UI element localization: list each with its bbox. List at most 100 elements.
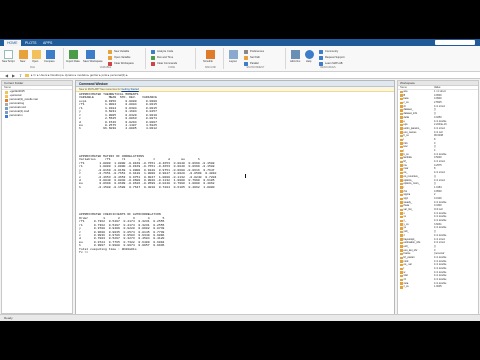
search-documentation-input[interactable] [435,40,475,45]
learn-matlab-icon [319,61,323,66]
run-and-time-label: Run and Time [157,56,174,59]
open-variable-button[interactable]: Open Variable [108,55,130,60]
clear-workspace-icon [108,61,112,66]
parallel-icon [244,61,248,66]
request-support-label: Request Support [325,56,345,59]
clear-commands-label: Clear Commands [157,62,178,65]
community-button[interactable]: Community [319,49,338,54]
analyze-code-button[interactable]: Analyze Code [151,49,173,54]
open-variable-icon [108,55,112,60]
compare-icon[interactable] [46,50,55,59]
save-workspace-label: Save Workspace [83,60,103,63]
preferences-button[interactable]: Preferences [244,49,264,54]
add-ons-label: Add-Ons [290,60,301,63]
community-icon [319,49,323,54]
new-variable-icon [108,49,112,54]
run-and-time-icon [151,55,155,60]
workspace-value-header[interactable]: Value [434,86,478,89]
simulink-label: Simulink [203,60,213,63]
browse-folder-icon[interactable] [25,73,29,77]
file-icon [5,102,8,106]
help-icon[interactable] [305,50,314,59]
current-folder-panel: Current Folder Name +gertler2015 +persona… [1,80,73,314]
layout-icon[interactable] [229,50,238,59]
import-data-icon[interactable] [69,50,78,59]
variable-icon [400,286,403,289]
workspace-variable-value: 1.0005 [434,285,442,289]
set-path-icon [244,55,248,60]
new-script-label: New Script [2,60,15,63]
open-icon[interactable] [32,50,41,59]
help-label: Help [306,60,312,63]
layout-label: Layout [229,60,237,63]
open-variable-label: Open Variable [114,56,131,59]
new-variable-button[interactable]: New Variable [108,49,129,54]
workspace-name-header[interactable]: Name [400,86,434,89]
new-variable-label: New Variable [114,50,130,53]
folder-icon [5,94,8,98]
clear-commands-icon [151,61,155,66]
add-ons-icon[interactable] [291,50,300,59]
variable-group: Import Data Save Workspace New Variable … [66,48,146,69]
simulink-group: Simulink SIMULINK [198,48,224,69]
folder-icon [5,90,8,94]
new-label: New [20,60,26,63]
new-icon[interactable] [19,50,28,59]
code-group-name: CODE [168,66,175,69]
environment-group-name: ENVIRONMENT [246,66,265,69]
command-output-line: fx >> [79,250,91,255]
command-window[interactable]: Command Window New to MATLAB? See resour… [75,80,395,321]
open-label: Open [32,60,39,63]
workspace-panel: Workspace Name Value ans 1 ×1 struct B 0.95… [397,80,479,321]
address-bar: ◀ ▶ ⇧ ▸ C: ▸ Users ▸ Desktop ▸ dynare ▸ … [0,72,480,79]
import-data-label: Import Data [66,60,80,63]
analyze-code-label: Analyze Code [157,50,174,53]
gear-icon [244,49,248,54]
simulink-group-name: SIMULINK [204,66,217,69]
folder-item[interactable]: personal.m [2,114,72,118]
learn-matlab-label: Learn MATLAB [325,62,343,65]
notice-text: New to MATLAB? See resources for [79,88,121,91]
file-icon [5,98,8,102]
folder-list: +gertler2015 +personal personal(1)_results… [2,90,72,118]
up-folder-icon[interactable]: ⇧ [18,73,23,78]
forward-arrow-icon[interactable]: ▶ [11,73,16,78]
workspace-row[interactable]: z_ss 1.0005 [398,285,478,289]
current-folder-path[interactable]: ▸ C: ▸ Users ▸ Desktop ▸ dynare ▸ models… [31,73,128,77]
file-group-name: FILE [29,66,36,69]
environment-group: Layout Preferences Set Path Parallel ENV… [226,48,286,69]
run-and-time-button[interactable]: Run and Time [151,55,173,60]
parallel-label: Parallel [250,62,259,65]
code-group: Analyze Code Run and Time Clear Commands… [148,48,196,69]
analyze-code-icon [151,49,155,54]
set-path-button[interactable]: Set Path [244,55,260,60]
variable-group-name: VARIABLE [99,66,112,69]
back-arrow-icon[interactable]: ◀ [4,73,9,78]
resources-group-name: RESOURCES [320,66,336,69]
command-output[interactable]: APPROXIMATED THEORETICAL MOMENTS VARIABLE… [79,93,394,319]
ribbon-toolstrip: New Script New Open Compare FILE Import … [0,46,480,72]
matlab-window: HOME PLOTS APPS New Script New Open Comp… [0,39,480,321]
file-group: New Script New Open Compare FILE [2,48,64,69]
file-icon [5,114,8,118]
workspace-variable-name: z_ss [400,285,434,289]
new-script-icon[interactable] [4,50,13,59]
getting-started-link[interactable]: Getting Started [121,88,138,91]
clear-workspace-label: Clear Workspace [114,62,134,65]
request-support-button[interactable]: Request Support [319,55,344,60]
folder-item-label: personal.m [9,114,23,117]
simulink-icon[interactable] [206,50,215,59]
request-support-icon [319,55,323,60]
compare-label: Compare [44,60,55,63]
text-cursor [245,174,246,178]
status-bar: Ready [0,314,480,321]
file-icon [5,106,8,110]
save-workspace-icon[interactable] [86,50,95,59]
workspace-variable-list: ans 1 ×1 struct B 0.9500 beta 0.9900 c_ss 2.552… [398,90,478,289]
file-icon [5,110,8,114]
community-label: Community [325,50,339,53]
ribbon-tab-strip: HOME PLOTS APPS [0,39,480,46]
getting-started-notice: New to MATLAB? See resources for Getting… [76,87,394,92]
resources-group: Add-Ons Help Community Request Support L… [288,48,368,69]
set-path-label: Set Path [250,56,260,59]
